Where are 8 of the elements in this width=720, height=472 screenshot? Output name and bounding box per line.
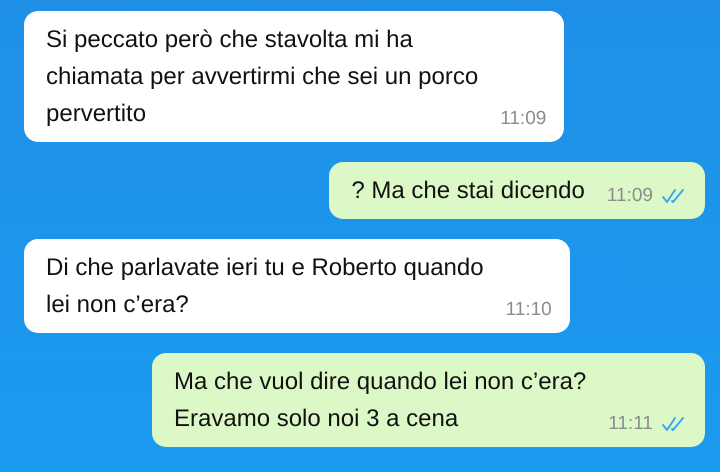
message-time: 11:10 xyxy=(506,299,552,321)
message-text: Ma che vuol dire quando lei non c’era? Eravamo solo noi 3 a cena xyxy=(174,367,586,434)
message-time: 11:11 xyxy=(608,413,653,435)
message-time: 11:09 xyxy=(606,185,653,207)
message-text: ? Ma che stai dicendo xyxy=(351,176,585,206)
message-time: 11:09 xyxy=(500,108,546,130)
message-text: Si peccato però che stavolta mi ha chiamata per avvertirmi che sei un porco pervertito xyxy=(46,25,478,129)
message-text: Di che parlavate ieri tu e Roberto quando lei non c’era? xyxy=(46,253,484,320)
